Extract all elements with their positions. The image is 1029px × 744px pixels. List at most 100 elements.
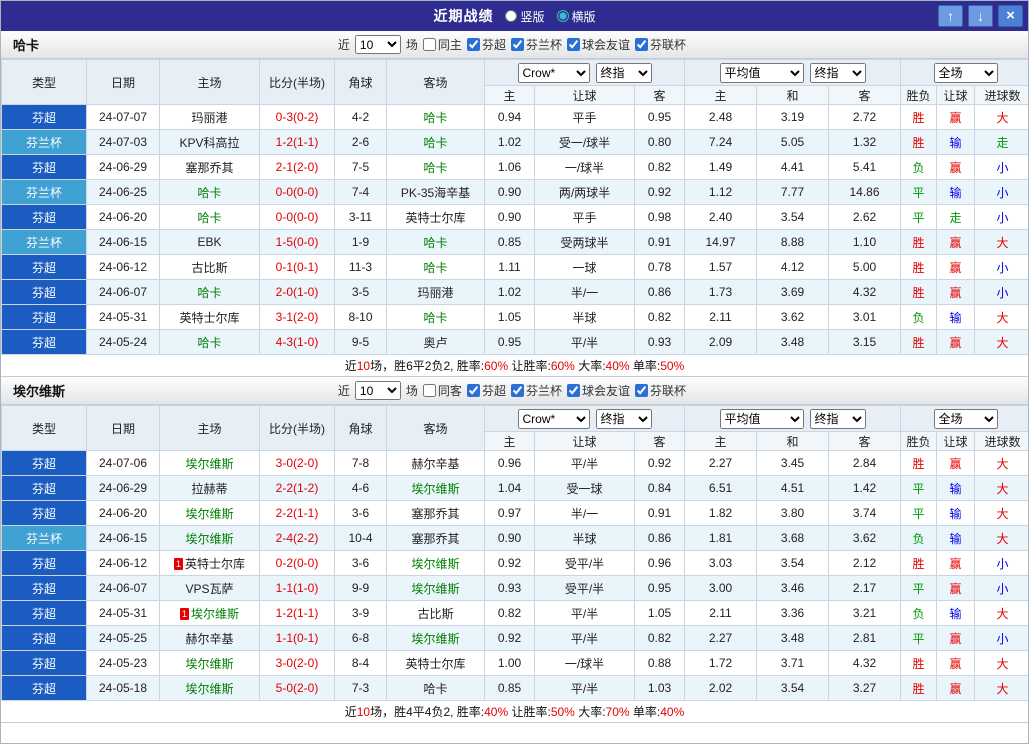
same-venue-checkbox[interactable] — [423, 38, 436, 51]
asia-stage-select[interactable]: 终指 — [596, 63, 652, 83]
asia-bookmaker-select[interactable]: Crow* — [518, 409, 590, 429]
league-filter-checkbox[interactable] — [467, 384, 480, 397]
vertical-radio[interactable] — [505, 10, 517, 22]
home-team-name[interactable]: 埃尔维斯 — [185, 457, 233, 471]
home-team-name[interactable]: 哈卡 — [197, 186, 221, 200]
titlebar: 近期战绩 竖版 横版 ↑ ↓ × — [1, 1, 1028, 31]
asia-handicap-line: 一球 — [535, 255, 635, 280]
euro-stage-select[interactable]: 终指 — [810, 63, 866, 83]
match-count-select[interactable]: 10 — [355, 381, 401, 400]
same-venue-checkbox[interactable] — [423, 384, 436, 397]
league-filter[interactable]: 球会友谊 — [567, 382, 630, 399]
layout-vertical-option[interactable]: 竖版 — [505, 8, 544, 25]
result: 平 — [901, 626, 937, 651]
away-team-name[interactable]: 塞那乔其 — [411, 507, 459, 521]
league-filter-checkbox[interactable] — [567, 38, 580, 51]
move-up-button[interactable]: ↑ — [938, 5, 963, 27]
league-badge: 芬超 — [2, 451, 87, 476]
home-team-name[interactable]: 埃尔维斯 — [191, 607, 239, 621]
euro-company-select[interactable]: 平均值 — [720, 63, 804, 83]
result: 胜 — [901, 676, 937, 701]
result: 胜 — [901, 451, 937, 476]
handicap-result: 输 — [937, 130, 975, 155]
away-team-name[interactable]: 埃尔维斯 — [411, 632, 459, 646]
home-team-name[interactable]: 埃尔维斯 — [185, 532, 233, 546]
away-team-name[interactable]: 塞那乔其 — [411, 532, 459, 546]
away-team-name[interactable]: 哈卡 — [423, 311, 447, 325]
away-team-name[interactable]: 赫尔辛基 — [411, 457, 459, 471]
league-filter-checkbox[interactable] — [635, 38, 648, 51]
scope-select[interactable]: 全场 — [934, 63, 998, 83]
league-filter-checkbox[interactable] — [511, 384, 524, 397]
home-team-name[interactable]: EBK — [197, 235, 221, 249]
summary-text: 单率: — [630, 359, 661, 373]
home-team-name[interactable]: 埃尔维斯 — [185, 507, 233, 521]
same-venue-filter[interactable]: 同主 — [423, 36, 462, 53]
away-team-name[interactable]: 埃尔维斯 — [411, 482, 459, 496]
away-team-name[interactable]: 英特士尔库 — [405, 211, 465, 225]
away-team-name[interactable]: 玛丽港 — [417, 286, 453, 300]
home-team-name[interactable]: 玛丽港 — [191, 111, 227, 125]
league-filter[interactable]: 芬超 — [467, 382, 506, 399]
league-badge: 芬超 — [2, 651, 87, 676]
league-filter[interactable]: 芬超 — [467, 36, 506, 53]
league-filter-checkbox[interactable] — [635, 384, 648, 397]
close-button[interactable]: × — [998, 5, 1023, 27]
away-team-name[interactable]: 哈卡 — [423, 261, 447, 275]
same-venue-filter[interactable]: 同客 — [423, 382, 462, 399]
away-team-name[interactable]: 哈卡 — [423, 682, 447, 696]
home-team-name[interactable]: 英特士尔库 — [179, 311, 239, 325]
asia-stage-select[interactable]: 终指 — [596, 409, 652, 429]
league-filter[interactable]: 芬兰杯 — [511, 36, 562, 53]
home-team-name[interactable]: 赫尔辛基 — [185, 632, 233, 646]
scope-select[interactable]: 全场 — [934, 409, 998, 429]
away-team-name[interactable]: 哈卡 — [423, 136, 447, 150]
home-team-name[interactable]: 塞那乔其 — [185, 161, 233, 175]
layout-horizontal-option[interactable]: 横版 — [557, 8, 596, 25]
league-filter[interactable]: 芬联杯 — [635, 382, 686, 399]
league-filter-checkbox[interactable] — [467, 38, 480, 51]
home-team-name[interactable]: 哈卡 — [197, 211, 221, 225]
home-team-name[interactable]: KPV科高拉 — [179, 136, 239, 150]
home-team-name[interactable]: 英特士尔库 — [185, 557, 245, 571]
home-team-name[interactable]: 埃尔维斯 — [185, 682, 233, 696]
away-team-name[interactable]: 奥卢 — [423, 336, 447, 350]
horizontal-radio[interactable] — [557, 10, 569, 22]
subcol-euro-draw: 和 — [757, 432, 829, 451]
euro-home-odds: 1.12 — [685, 180, 757, 205]
away-team-name[interactable]: 哈卡 — [423, 111, 447, 125]
home-team-name[interactable]: 哈卡 — [197, 286, 221, 300]
subcol-asia-home: 主 — [485, 432, 535, 451]
league-badge: 芬超 — [2, 330, 87, 355]
home-team-name[interactable]: 古比斯 — [191, 261, 227, 275]
league-filter[interactable]: 芬联杯 — [635, 36, 686, 53]
league-filter[interactable]: 芬兰杯 — [511, 382, 562, 399]
home-team-name[interactable]: VPS瓦萨 — [185, 582, 233, 596]
asia-bookmaker-select[interactable]: Crow* — [518, 63, 590, 83]
away-team-name[interactable]: 埃尔维斯 — [411, 582, 459, 596]
match-count-select[interactable]: 10 — [355, 35, 401, 54]
goals-result: 走 — [975, 130, 1029, 155]
league-filter[interactable]: 球会友谊 — [567, 36, 630, 53]
league-filter-checkbox[interactable] — [511, 38, 524, 51]
asia-handicap-line: 一/球半 — [535, 155, 635, 180]
away-team-name[interactable]: 英特士尔库 — [405, 657, 465, 671]
move-down-button[interactable]: ↓ — [968, 5, 993, 27]
home-team-name[interactable]: 哈卡 — [197, 336, 221, 350]
home-team-cell: 哈卡 — [160, 180, 260, 205]
away-team-name[interactable]: 古比斯 — [417, 607, 453, 621]
match-row: 芬兰杯24-06-15EBK1-5(0-0)1-9哈卡0.85受两球半0.911… — [2, 230, 1029, 255]
home-team-name[interactable]: 拉赫蒂 — [191, 482, 227, 496]
away-team-name[interactable]: PK-35海辛基 — [401, 186, 470, 200]
asia-away-odds: 0.86 — [635, 280, 685, 305]
euro-draw-odds: 7.77 — [757, 180, 829, 205]
euro-company-select[interactable]: 平均值 — [720, 409, 804, 429]
away-team-name[interactable]: 哈卡 — [423, 161, 447, 175]
match-row: 芬兰杯24-06-25哈卡0-0(0-0)7-4PK-35海辛基0.90两/两球… — [2, 180, 1029, 205]
away-team-name[interactable]: 埃尔维斯 — [411, 557, 459, 571]
home-team-name[interactable]: 埃尔维斯 — [185, 657, 233, 671]
away-team-name[interactable]: 哈卡 — [423, 236, 447, 250]
euro-stage-select[interactable]: 终指 — [810, 409, 866, 429]
match-date: 24-06-07 — [87, 576, 160, 601]
league-filter-checkbox[interactable] — [567, 384, 580, 397]
